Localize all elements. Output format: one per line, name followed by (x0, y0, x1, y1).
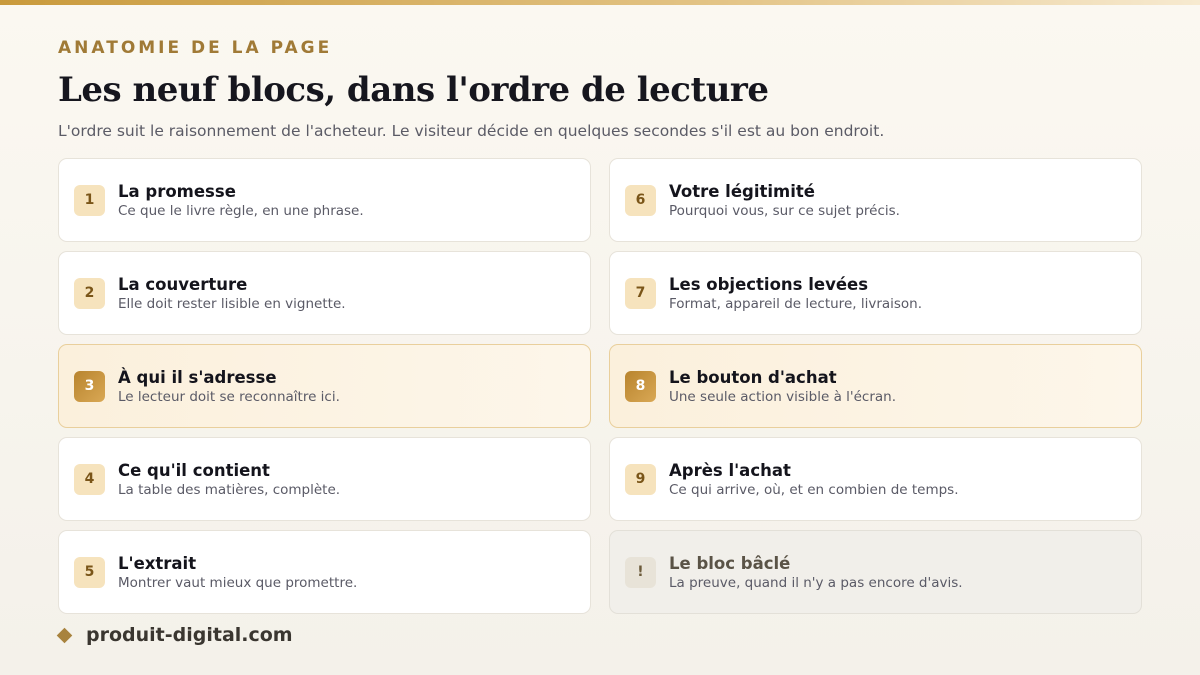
block-description: Le lecteur doit se reconnaître ici. (118, 388, 340, 405)
block-number-badge: 4 (74, 463, 105, 495)
block-card-1: 1 La promesse Ce que le livre règle, en … (58, 158, 591, 242)
block-description: Format, appareil de lecture, livraison. (669, 295, 923, 312)
block-description: Elle doit rester lisible en vignette. (118, 295, 346, 312)
block-number-badge: 3 (74, 370, 105, 402)
page-title: Les neuf blocs, dans l'ordre de lecture (58, 70, 769, 110)
block-title: À qui il s'adresse (118, 367, 277, 387)
block-card-7: 7 Les objections levées Format, appareil… (609, 251, 1142, 335)
block-title: La promesse (118, 181, 236, 201)
block-number-badge: 1 (74, 184, 105, 216)
brand-name: produit-digital.com (86, 624, 293, 646)
block-description: Pourquoi vous, sur ce sujet précis. (669, 202, 900, 219)
block-title: Le bouton d'achat (669, 367, 837, 387)
warning-badge: ! (625, 556, 656, 588)
block-card-3: 3 À qui il s'adresse Le lecteur doit se … (58, 344, 591, 428)
block-number-badge: 5 (74, 556, 105, 588)
block-title: La couverture (118, 274, 248, 294)
block-title: Les objections levées (669, 274, 869, 294)
block-description: Ce que le livre règle, en une phrase. (118, 202, 364, 219)
block-description: Ce qui arrive, où, et en combien de temp… (669, 481, 959, 498)
block-title: L'extrait (118, 553, 197, 573)
block-card-4: 4 Ce qu'il contient La table des matière… (58, 437, 591, 521)
block-description: Montrer vaut mieux que promettre. (118, 574, 358, 591)
block-description: La preuve, quand il n'y a pas encore d'a… (669, 574, 963, 591)
block-title: Après l'achat (669, 460, 791, 480)
block-card-warning: ! Le bloc bâclé La preuve, quand il n'y … (609, 530, 1142, 614)
blocks-grid: 1 La promesse Ce que le livre règle, en … (58, 158, 1142, 614)
top-accent-bar (0, 0, 1200, 5)
page-subtitle: L'ordre suit le raisonnement de l'achete… (58, 122, 885, 140)
block-number-badge: 6 (625, 184, 656, 216)
block-card-5: 5 L'extrait Montrer vaut mieux que prome… (58, 530, 591, 614)
block-card-6: 6 Votre légitimité Pourquoi vous, sur ce… (609, 158, 1142, 242)
block-title: Le bloc bâclé (669, 553, 791, 573)
block-card-9: 9 Après l'achat Ce qui arrive, où, et en… (609, 437, 1142, 521)
section-eyebrow: ANATOMIE DE LA PAGE (58, 38, 333, 58)
block-description: Une seule action visible à l'écran. (669, 388, 896, 405)
block-title: Ce qu'il contient (118, 460, 270, 480)
footer: produit-digital.com (56, 624, 293, 646)
block-number-badge: 2 (74, 277, 105, 309)
block-card-8: 8 Le bouton d'achat Une seule action vis… (609, 344, 1142, 428)
block-title: Votre légitimité (669, 181, 815, 201)
block-number-badge: 9 (625, 463, 656, 495)
block-card-2: 2 La couverture Elle doit rester lisible… (58, 251, 591, 335)
block-number-badge: 7 (625, 277, 656, 309)
block-number-badge: 8 (625, 370, 656, 402)
block-description: La table des matières, complète. (118, 481, 341, 498)
diamond-icon (56, 627, 73, 643)
